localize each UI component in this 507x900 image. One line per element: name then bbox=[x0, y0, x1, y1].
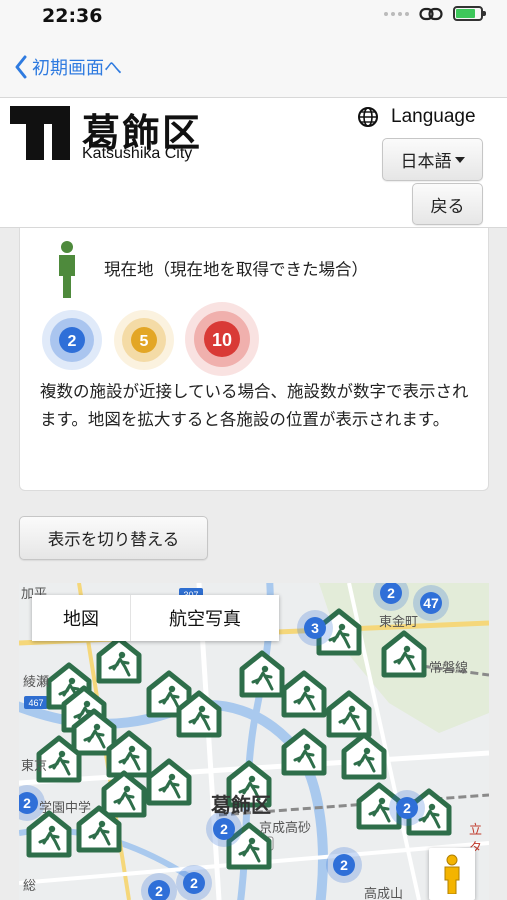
language-select[interactable]: 日本語 bbox=[382, 138, 483, 181]
navigation-bar: 初期画面へ bbox=[0, 36, 507, 98]
legend-card: 現在地（現在地を取得できた場合） 2 5 10 複数の施設が近接している場合、施… bbox=[19, 228, 489, 491]
map-type-tabs: 地図 航空写真 bbox=[32, 595, 279, 641]
map-label-sou: 総 bbox=[23, 879, 37, 894]
back-link-label: 初期画面へ bbox=[32, 58, 122, 79]
map-label-higashi-kanamachi: 東金町 bbox=[379, 615, 419, 630]
language-label: Language bbox=[391, 106, 476, 127]
map-label-gakuen: 学園中学 bbox=[39, 801, 92, 816]
cluster-count-yellow: 5 bbox=[140, 333, 149, 350]
map-cluster-marker[interactable]: 47 bbox=[413, 585, 449, 621]
language-selected: 日本語 bbox=[400, 152, 452, 172]
map-label-tatsu: 立 bbox=[469, 823, 483, 838]
cluster-marker-yellow: 5 bbox=[114, 310, 174, 370]
tab-map[interactable]: 地図 bbox=[32, 595, 131, 641]
map-cluster-marker[interactable]: 2 bbox=[176, 865, 212, 900]
map-label-keisei-takasago: 京成高砂 bbox=[259, 821, 312, 836]
logo-subtitle: Katsushika City bbox=[82, 145, 193, 162]
map-cluster-count: 2 bbox=[387, 585, 395, 601]
legend-description: 複数の施設が近接している場合、施設数が数字で表示されます。地図を拡大すると各施設… bbox=[40, 382, 469, 429]
pegman-icon bbox=[444, 854, 460, 894]
map-cluster-count: 2 bbox=[155, 883, 163, 899]
shelter-map[interactable]: 307 467 318 3247222222 加平 綾瀬 東京 学園中学 葛飾区… bbox=[19, 583, 489, 900]
map-cluster-marker[interactable]: 3 bbox=[297, 610, 333, 646]
cluster-count-blue: 2 bbox=[68, 333, 77, 350]
back-button[interactable]: 戻る bbox=[412, 183, 483, 225]
link-icon bbox=[419, 7, 443, 20]
switch-view-button[interactable]: 表示を切り替える bbox=[19, 516, 208, 560]
map-cluster-count: 2 bbox=[190, 875, 198, 891]
signal-icon bbox=[384, 11, 409, 16]
chevron-left-icon bbox=[15, 55, 27, 79]
battery-icon bbox=[453, 6, 486, 21]
status-bar: 22:36 bbox=[0, 0, 507, 36]
caret-down-icon bbox=[454, 156, 465, 163]
map-cluster-count: 3 bbox=[311, 620, 319, 636]
battery-level bbox=[456, 9, 476, 18]
map-label-joban-line: 常磐線 bbox=[429, 661, 469, 676]
cluster-marker-blue: 2 bbox=[42, 310, 102, 370]
map-label-tokyo: 東京 bbox=[21, 759, 48, 774]
tab-aerial-photo[interactable]: 航空写真 bbox=[131, 595, 279, 641]
route-467-label: 467 bbox=[28, 698, 43, 708]
map-cluster-count: 2 bbox=[220, 821, 228, 837]
cluster-marker-red: 10 bbox=[185, 302, 259, 376]
map-cluster-marker[interactable]: 2 bbox=[389, 790, 425, 826]
map-label-keisei-san: 高成山 bbox=[364, 887, 404, 900]
back-to-home-link[interactable]: 初期画面へ bbox=[14, 54, 122, 80]
main-content: 現在地（現在地を取得できた場合） 2 5 10 複数の施設が近接している場合、施… bbox=[0, 228, 507, 900]
current-location-person-icon bbox=[59, 241, 75, 298]
map-cluster-marker[interactable]: 2 bbox=[326, 847, 362, 883]
map-cluster-count: 47 bbox=[423, 595, 439, 611]
globe-icon bbox=[358, 107, 378, 127]
status-time: 22:36 bbox=[42, 5, 103, 27]
map-cluster-count: 2 bbox=[403, 800, 411, 816]
map-label-katsushika: 葛飾区 bbox=[211, 793, 271, 817]
legend-current-location-text: 現在地（現在地を取得できた場合） bbox=[104, 260, 368, 279]
street-view-pegman-icon[interactable] bbox=[429, 848, 475, 900]
map-label-ayase: 綾瀬 bbox=[23, 675, 50, 690]
map-cluster-count: 2 bbox=[340, 857, 348, 873]
katsushika-logo-icon bbox=[10, 106, 70, 160]
map-cluster-count: 2 bbox=[23, 795, 31, 811]
status-icons bbox=[384, 6, 486, 21]
site-header: 葛飾区 Katsushika City Language 日本語 戻る bbox=[0, 98, 507, 228]
language-label-row: Language bbox=[357, 106, 476, 128]
cluster-count-red: 10 bbox=[212, 330, 232, 350]
